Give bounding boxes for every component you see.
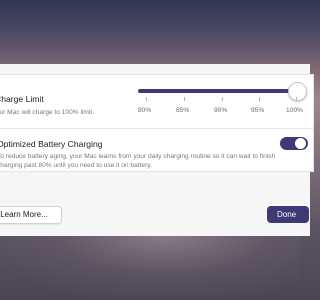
- tick-label-90: 90%: [214, 107, 228, 114]
- slider-tick: [296, 97, 297, 101]
- tick-label-80: 80%: [138, 107, 152, 114]
- tick-label-95: 95%: [251, 107, 265, 114]
- slider-tick: [146, 97, 147, 101]
- optimized-charging-description: To reduce battery aging, your Mac learns…: [0, 153, 276, 169]
- charge-limit-slider-track[interactable]: [138, 89, 298, 93]
- optimized-charging-toggle[interactable]: [280, 137, 308, 150]
- optimized-charging-title: Optimized Battery Charging: [0, 139, 103, 149]
- row-divider: [0, 128, 313, 129]
- done-button[interactable]: Done: [267, 206, 309, 223]
- slider-tick: [184, 97, 185, 101]
- charge-limit-description: Your Mac will charge to 100% limit.: [0, 109, 95, 116]
- battery-options-sheet: Charge Limit Your Mac will charge to 100…: [0, 64, 314, 236]
- slider-tick: [259, 97, 260, 101]
- charge-limit-title: Charge Limit: [0, 94, 44, 104]
- tick-label-100: 100%: [286, 107, 303, 114]
- slider-tick: [222, 97, 223, 101]
- settings-card: Charge Limit Your Mac will charge to 100…: [0, 74, 314, 172]
- learn-more-button[interactable]: Learn More...: [0, 206, 62, 224]
- tick-label-85: 85%: [176, 107, 190, 114]
- toggle-knob: [295, 138, 306, 149]
- charge-limit-slider-knob[interactable]: [287, 82, 307, 101]
